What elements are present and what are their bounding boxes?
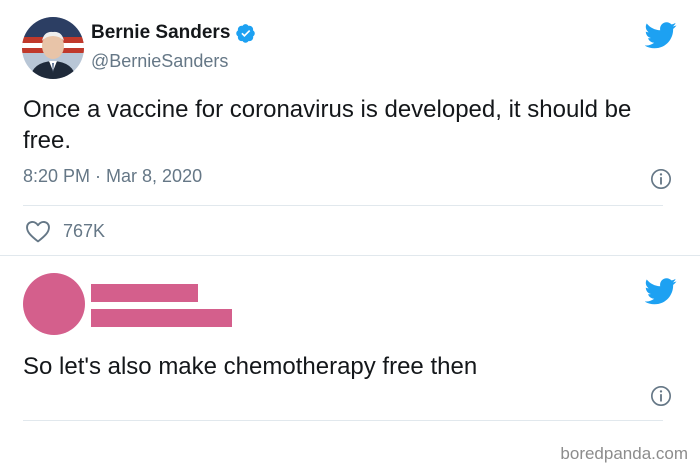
redacted-avatar [23, 273, 85, 335]
info-icon[interactable] [650, 385, 672, 407]
tweet-text: So let's also make chemotherapy free the… [23, 353, 478, 380]
divider [23, 420, 663, 421]
like-count: 767K [63, 221, 106, 241]
twitter-bird-icon[interactable] [645, 278, 677, 305]
verified-badge-icon [236, 24, 256, 43]
heart-icon [26, 220, 50, 243]
watermark: boredpanda.com [560, 444, 688, 463]
avatar[interactable] [22, 17, 84, 79]
like-button[interactable]: 767K [25, 220, 105, 243]
tweet-original: Bernie Sanders @BernieSanders Once a vac… [0, 0, 700, 254]
twitter-bird-icon[interactable] [645, 22, 677, 49]
redacted-display-name [91, 284, 198, 302]
display-name[interactable]: Bernie Sanders [91, 22, 230, 44]
avatar-photo [22, 17, 84, 79]
redacted-handle [91, 309, 232, 327]
tweet-text: Once a vaccine for coronavirus is develo… [23, 96, 632, 154]
info-icon[interactable] [650, 168, 672, 190]
tweet-reply: So let's also make chemotherapy free the… [0, 256, 700, 436]
tweet-timestamp[interactable]: 8:20 PM · Mar 8, 2020 [23, 166, 202, 187]
user-handle[interactable]: @BernieSanders [91, 51, 228, 72]
divider [23, 205, 663, 206]
